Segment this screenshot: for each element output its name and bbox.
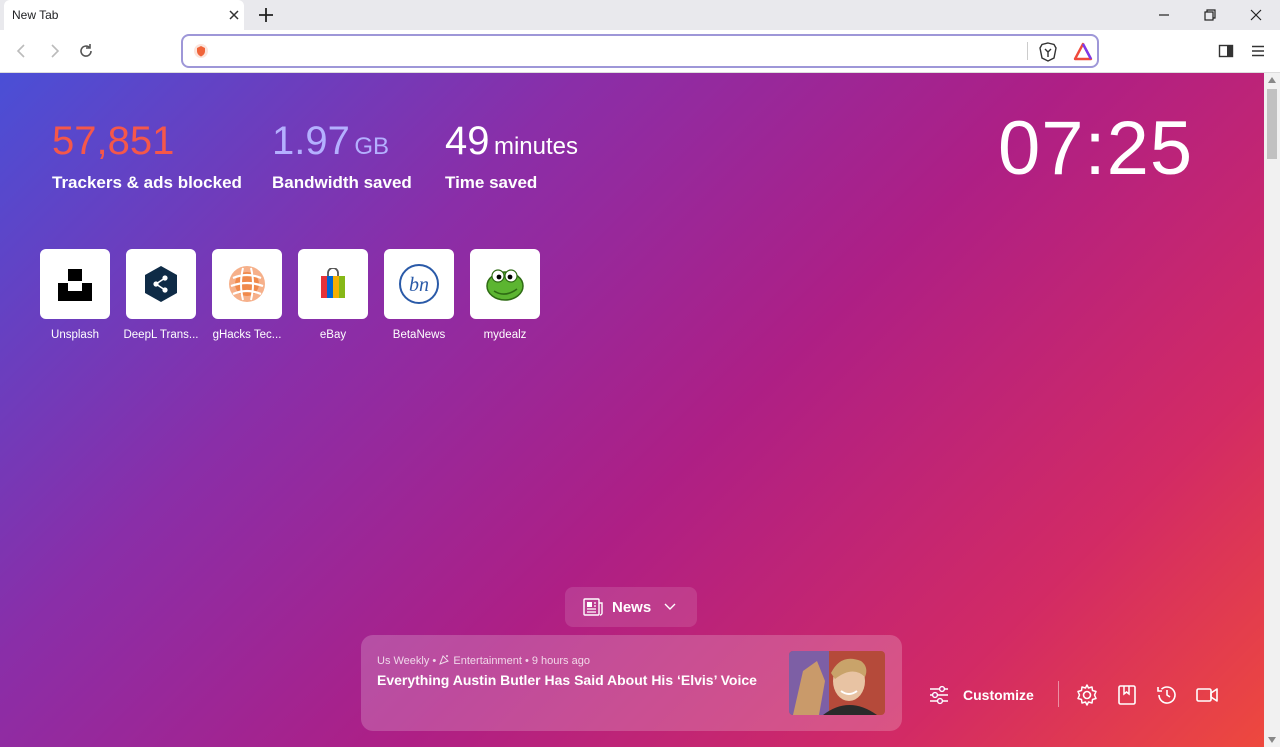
news-card[interactable]: Us Weekly • Entertainment • 9 hours ago …	[361, 635, 902, 731]
scrollbar-thumb[interactable]	[1267, 89, 1277, 159]
top-site-label: BetaNews	[392, 329, 446, 341]
ghacks-logo-icon	[229, 266, 265, 302]
trackers-label: Trackers & ads blocked	[52, 173, 242, 192]
chevron-down-icon	[664, 603, 676, 610]
url-input[interactable]	[217, 42, 1007, 62]
top-site-deepl[interactable]: DeepL Trans...	[123, 249, 199, 341]
top-site-label: Unsplash	[51, 329, 99, 341]
stat-bandwidth: 1.97 GB Bandwidth saved	[272, 119, 412, 193]
sidebar-toggle-icon[interactable]	[1217, 42, 1235, 60]
top-site-label: mydealz	[483, 329, 527, 341]
history-icon[interactable]	[1155, 683, 1179, 707]
entertainment-icon	[439, 655, 450, 665]
url-separator	[1027, 42, 1028, 60]
bandwidth-unit: GB	[354, 133, 389, 160]
bandwidth-label: Bandwidth saved	[272, 173, 412, 192]
top-site-ebay[interactable]: eBay	[298, 249, 368, 341]
minimize-button[interactable]	[1155, 6, 1173, 24]
unsplash-logo-icon	[58, 269, 92, 301]
new-tab-page: 57,851 Trackers & ads blocked 1.97 GB Ba…	[0, 73, 1280, 747]
news-button[interactable]: News	[565, 587, 697, 627]
customize-label: Customize	[963, 687, 1034, 703]
brave-rewards-icon[interactable]	[1073, 42, 1093, 62]
brave-talk-video-icon[interactable]	[1195, 683, 1219, 707]
top-site-label: eBay	[319, 329, 347, 341]
sliders-icon	[930, 685, 948, 705]
ebay-bag-logo-icon	[321, 268, 345, 298]
scroll-down-arrow-icon[interactable]	[1268, 737, 1276, 743]
news-thumbnail	[789, 651, 885, 715]
settings-gear-icon[interactable]	[1075, 683, 1099, 707]
news-source: Us Weekly	[377, 655, 430, 667]
bandwidth-value: 1.97	[272, 119, 350, 163]
time-value: 49	[445, 119, 490, 163]
address-bar[interactable]	[181, 34, 1099, 68]
time-unit: minutes	[493, 133, 578, 160]
top-site-betanews[interactable]: bn BetaNews	[384, 249, 454, 341]
menu-icon[interactable]	[1249, 42, 1267, 60]
trackers-count: 57,851	[52, 119, 175, 163]
deepl-logo-icon	[145, 266, 177, 302]
tab-title: New Tab	[12, 8, 59, 22]
mydealz-logo-icon	[486, 269, 524, 301]
top-site-label: DeepL Trans...	[123, 329, 199, 341]
top-site-unsplash[interactable]: Unsplash	[40, 249, 110, 341]
news-label: News	[612, 599, 652, 616]
site-shield-icon[interactable]	[193, 43, 209, 59]
forward-icon[interactable]	[45, 42, 63, 60]
back-icon[interactable]	[13, 42, 31, 60]
news-age: 9 hours ago	[531, 655, 590, 667]
bookmarks-icon[interactable]	[1115, 683, 1139, 707]
betanews-logo-icon: bn	[399, 264, 439, 304]
news-headline: Everything Austin Butler Has Said About …	[377, 672, 757, 688]
restore-button[interactable]	[1201, 6, 1219, 24]
reload-icon[interactable]	[77, 42, 95, 60]
news-category: Entertainment	[453, 655, 522, 667]
top-site-ghacks[interactable]: gHacks Tec...	[212, 249, 282, 341]
brave-shields-icon[interactable]	[1039, 42, 1057, 62]
toolbar-divider	[1058, 681, 1059, 707]
tab-strip: New Tab	[0, 0, 1280, 30]
stat-time: 49 minutes Time saved	[445, 119, 578, 193]
tab-new-tab[interactable]: New Tab	[4, 0, 244, 30]
top-site-label: gHacks Tec...	[212, 329, 282, 341]
top-site-mydealz[interactable]: mydealz	[470, 249, 540, 341]
svg-text:bn: bn	[409, 274, 429, 296]
time-label: Time saved	[445, 173, 538, 192]
news-meta: Us Weekly • Entertainment • 9 hours ago	[377, 655, 590, 667]
stat-trackers: 57,851 Trackers & ads blocked	[52, 119, 242, 193]
toolbar	[0, 30, 1280, 73]
page-scrollbar[interactable]	[1264, 73, 1280, 747]
new-tab-button[interactable]	[257, 6, 275, 24]
close-window-button[interactable]	[1247, 6, 1265, 24]
close-tab-icon[interactable]	[226, 7, 242, 23]
clock: 07:25	[998, 106, 1194, 191]
scroll-up-arrow-icon[interactable]	[1268, 77, 1276, 83]
newspaper-icon	[583, 598, 603, 616]
